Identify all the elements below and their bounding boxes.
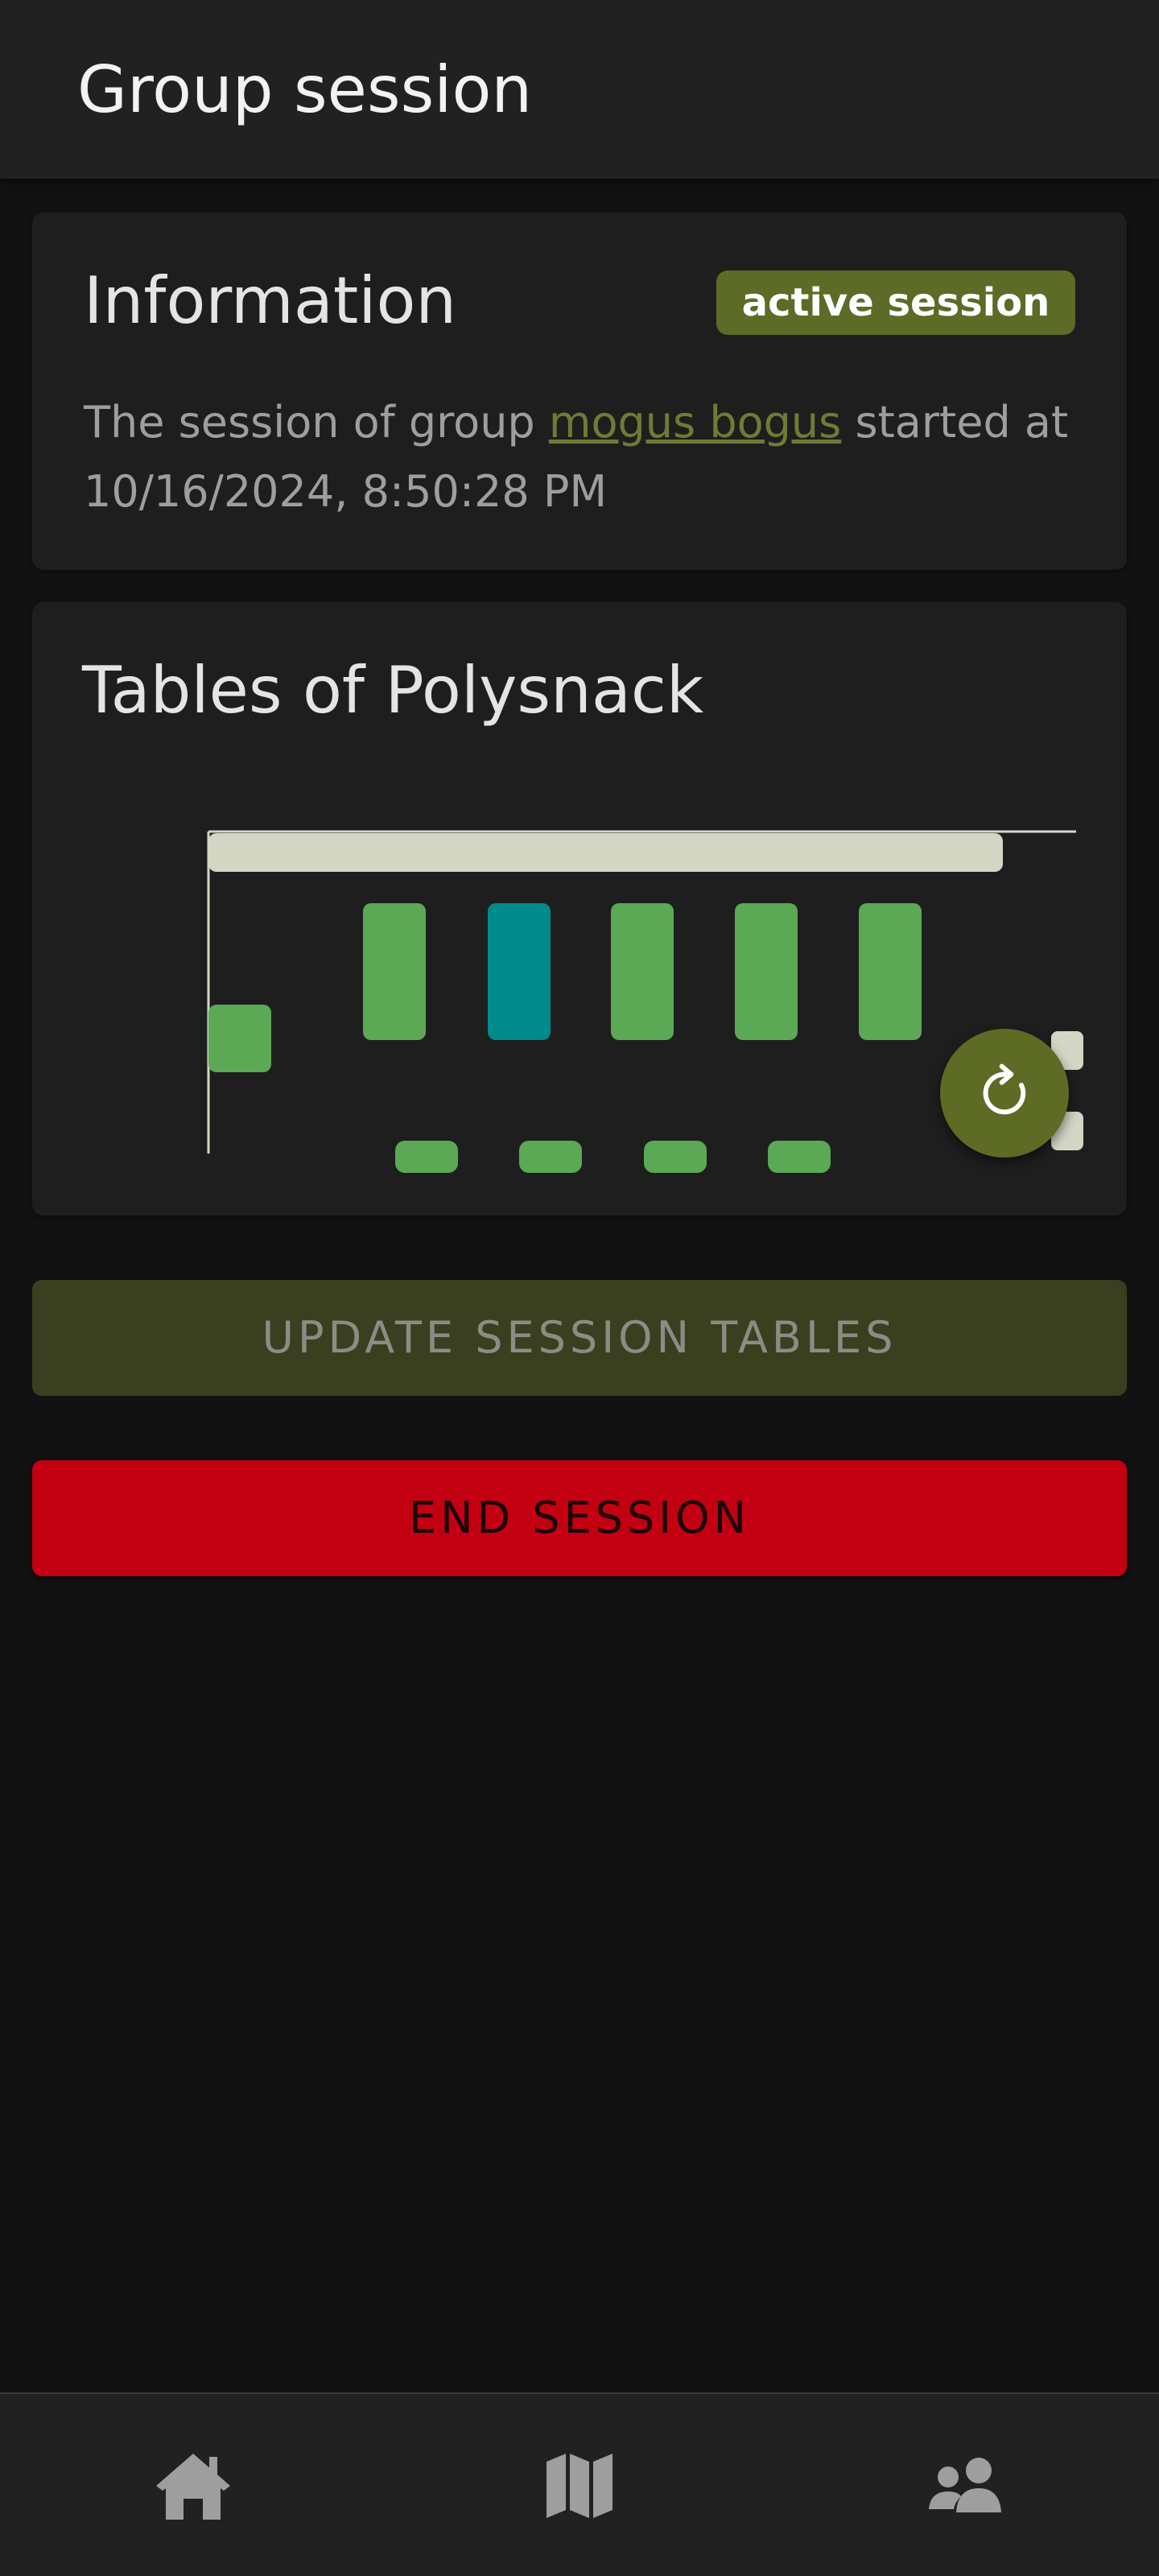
session-info-prefix: The session of group <box>84 397 549 448</box>
page-title: Group session <box>77 52 533 127</box>
table-6[interactable] <box>859 903 922 1040</box>
session-info-text: The session of group mogus bogus started… <box>84 388 1090 526</box>
table-1[interactable] <box>208 1005 271 1072</box>
group-link[interactable]: mogus bogus <box>549 397 841 448</box>
table-9[interactable] <box>644 1141 707 1173</box>
counter-bar <box>208 833 1003 872</box>
table-5[interactable] <box>735 903 798 1040</box>
table-2[interactable] <box>363 903 426 1040</box>
table-4[interactable] <box>611 903 674 1040</box>
end-session-button[interactable]: END SESSION <box>32 1460 1127 1576</box>
refresh-button[interactable] <box>940 1029 1069 1158</box>
table-10[interactable] <box>768 1141 831 1173</box>
table-3-selected[interactable] <box>488 903 551 1040</box>
groups-icon <box>929 2458 1001 2512</box>
nav-home[interactable] <box>0 2394 386 2576</box>
nav-groups[interactable] <box>773 2394 1159 2576</box>
app-bar: Group session <box>0 0 1159 179</box>
update-session-tables-button[interactable]: UPDATE SESSION TABLES <box>32 1280 1127 1396</box>
table-8[interactable] <box>519 1141 582 1173</box>
refresh-icon <box>983 1063 1026 1115</box>
table-7[interactable] <box>395 1141 458 1173</box>
information-heading: Information <box>84 263 457 338</box>
status-badge: active session <box>716 270 1075 335</box>
map-icon <box>547 2454 612 2518</box>
bottom-navigation <box>0 2392 1159 2576</box>
nav-map[interactable] <box>386 2394 773 2576</box>
home-icon <box>156 2454 230 2520</box>
